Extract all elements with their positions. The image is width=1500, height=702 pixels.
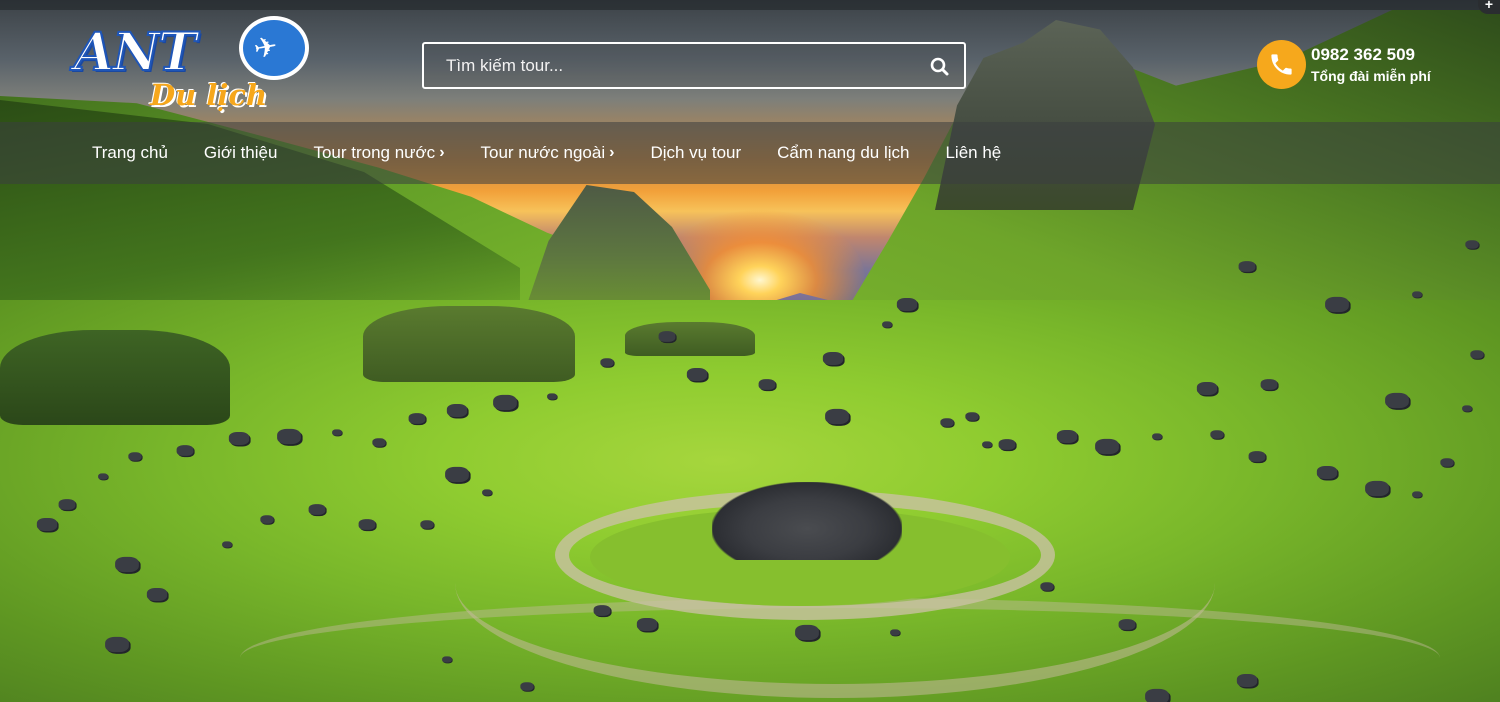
stone — [442, 656, 452, 663]
stone — [593, 605, 611, 616]
stone — [372, 438, 386, 447]
stone — [1412, 291, 1422, 298]
nav-item-domestic-tours[interactable]: Tour trong nước › — [295, 122, 462, 184]
hotline-number[interactable]: 0982 362 509 — [1311, 45, 1415, 65]
stone — [228, 431, 250, 446]
stone — [1248, 451, 1266, 462]
stone — [146, 587, 168, 602]
stone — [446, 403, 468, 418]
stone — [896, 297, 918, 312]
nav-menu: Trang chủ Giới thiệu Tour trong nước › To… — [74, 122, 1019, 184]
nav-item-label: Tour nước ngoài — [480, 143, 606, 162]
stone — [1118, 619, 1136, 630]
search-bar — [422, 42, 966, 89]
stone — [882, 321, 892, 328]
site-logo[interactable]: ANT ✈ Du lịch — [73, 14, 314, 116]
search-input[interactable] — [424, 44, 914, 87]
stone — [36, 517, 58, 532]
stone — [332, 429, 342, 436]
nav-item-label: Giới thiệu — [203, 143, 278, 162]
stone — [998, 439, 1016, 450]
stone — [358, 519, 376, 530]
stone — [260, 515, 274, 524]
stone — [445, 466, 469, 483]
main-navigation: Trang chủ Giới thiệu Tour trong nước › To… — [0, 122, 1500, 184]
grass-tuft — [363, 306, 575, 382]
nav-item-contact[interactable]: Liên hệ — [927, 122, 1019, 184]
stone — [1056, 429, 1078, 444]
hotline-label: Tổng đài miễn phí — [1311, 68, 1431, 84]
stone — [1462, 405, 1472, 412]
nav-item-home[interactable]: Trang chủ — [74, 122, 186, 184]
nav-item-label: Tour trong nước — [313, 143, 436, 162]
stone — [1236, 673, 1258, 688]
stone-cairn — [712, 482, 902, 560]
plus-icon[interactable]: + — [1478, 0, 1500, 14]
grass-tuft — [0, 330, 230, 425]
stone — [222, 541, 232, 548]
stone — [115, 556, 139, 573]
stone — [1465, 240, 1479, 249]
stone — [1210, 430, 1224, 439]
stone — [1152, 433, 1162, 440]
stone — [420, 520, 434, 529]
hotline[interactable]: 0982 362 509 Tổng đài miễn phí — [1257, 40, 1457, 92]
plane-icon: ✈ — [251, 30, 280, 65]
nav-item-about[interactable]: Giới thiệu — [186, 122, 296, 184]
top-bar — [0, 0, 1500, 10]
stone — [1325, 296, 1349, 313]
stone — [547, 393, 557, 400]
nav-item-international-tours[interactable]: Tour nước ngoài › — [463, 122, 633, 184]
stone — [636, 617, 658, 632]
stone — [795, 624, 819, 641]
stone — [1095, 438, 1119, 455]
nav-item-label: Liên hệ — [945, 143, 1002, 162]
stone — [520, 682, 534, 691]
grass-tuft — [625, 322, 755, 356]
stone — [1238, 261, 1256, 272]
chevron-right-icon: › — [609, 144, 615, 161]
search-icon — [930, 57, 949, 76]
stone — [1196, 381, 1218, 396]
stone — [277, 428, 301, 445]
stone — [965, 412, 979, 421]
stone — [1260, 379, 1278, 390]
stone — [1440, 458, 1454, 467]
stone — [308, 504, 326, 515]
logo-sub-text: Du lịch — [150, 78, 268, 112]
stone — [105, 636, 129, 653]
stone — [758, 379, 776, 390]
stone — [493, 394, 517, 411]
stone — [890, 629, 900, 636]
stone — [1365, 480, 1389, 497]
chevron-right-icon: › — [439, 144, 445, 161]
stone — [982, 441, 992, 448]
stone — [58, 499, 76, 510]
nav-item-travel-guide[interactable]: Cẩm nang du lịch — [759, 122, 927, 184]
nav-item-label: Dịch vụ tour — [650, 143, 742, 162]
stone — [1145, 688, 1169, 702]
stone — [600, 358, 614, 367]
stone — [686, 367, 708, 382]
nav-item-tour-services[interactable]: Dịch vụ tour — [632, 122, 759, 184]
stone — [482, 489, 492, 496]
stone — [822, 351, 844, 366]
stone — [1385, 392, 1409, 409]
stone — [1412, 491, 1422, 498]
nav-item-label: Cẩm nang du lịch — [777, 143, 910, 162]
stone — [825, 408, 849, 425]
stone — [408, 413, 426, 424]
stone — [98, 473, 108, 480]
logo-main-text: ANT — [73, 21, 198, 84]
phone-icon — [1257, 40, 1306, 89]
nav-item-label: Trang chủ — [92, 143, 168, 162]
stone — [1470, 350, 1484, 359]
search-button[interactable] — [924, 52, 954, 80]
stone — [940, 418, 954, 427]
stone — [128, 452, 142, 461]
stone — [1040, 582, 1054, 591]
stone — [658, 331, 676, 342]
stone — [1316, 465, 1338, 480]
stone — [176, 445, 194, 456]
